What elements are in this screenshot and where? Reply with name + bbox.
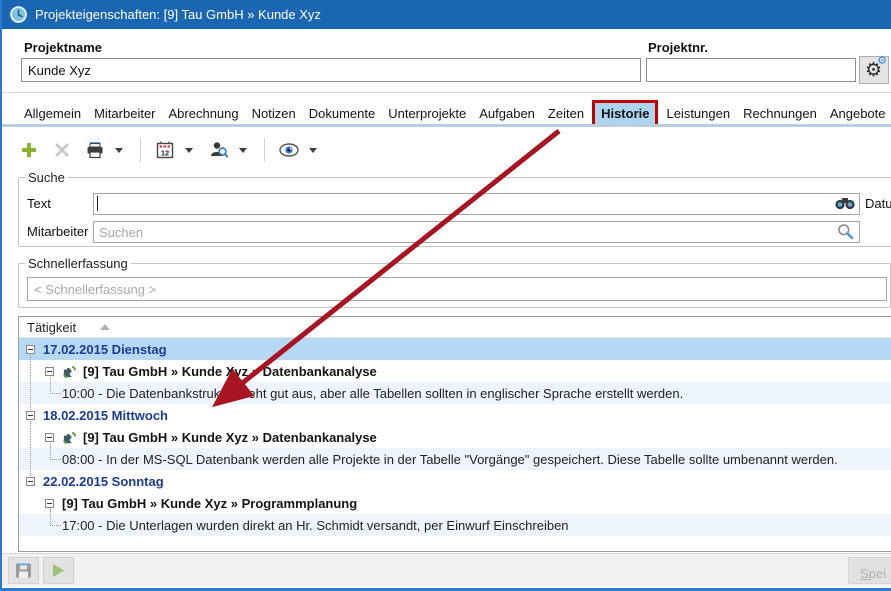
tab-bar: Allgemein Mitarbeiter Abrechnung Notizen… — [2, 100, 891, 127]
mitarbeiter-search-input[interactable] — [93, 221, 860, 243]
search-legend: Suche — [25, 170, 68, 185]
print-button[interactable] — [82, 137, 108, 163]
table-row-date[interactable]: 22.02.2015 Sonntag — [19, 470, 891, 492]
project-properties-window: Projekteigenschaften: [9] Tau GmbH » Kun… — [0, 0, 891, 591]
toolbar-separator — [264, 138, 265, 162]
plus-icon — [21, 142, 37, 158]
chevron-down-icon — [309, 148, 317, 153]
header-divider — [2, 92, 891, 93]
tab-aufgaben[interactable]: Aufgaben — [477, 103, 537, 124]
printer-icon — [86, 141, 104, 159]
magnifier-icon[interactable] — [837, 223, 854, 240]
tab-abrechnung[interactable]: Abrechnung — [167, 103, 241, 124]
table-row-entry[interactable]: 17:00 - Die Unterlagen wurden direkt an … — [19, 514, 891, 536]
chevron-down-icon — [115, 148, 123, 153]
tab-strip-underline — [2, 124, 891, 127]
delete-entry-button[interactable] — [49, 137, 75, 163]
collapse-toggle-icon[interactable] — [26, 477, 35, 486]
quick-entry-input[interactable] — [27, 277, 887, 301]
projektnr-label: Projektnr. — [648, 40, 708, 55]
projektnr-input[interactable] — [646, 58, 856, 82]
calendar-icon: 12 — [156, 141, 174, 159]
tab-dokumente[interactable]: Dokumente — [307, 103, 377, 124]
chevron-down-icon — [185, 148, 193, 153]
tab-rechnungen[interactable]: Rechnungen — [741, 103, 819, 124]
table-row-date[interactable]: 17.02.2015 Dienstag — [19, 338, 891, 360]
tab-allgemein[interactable]: Allgemein — [22, 103, 83, 124]
employee-filter-dropdown[interactable] — [239, 137, 253, 163]
delete-x-icon — [55, 143, 69, 157]
toolbar-separator — [140, 138, 141, 162]
add-entry-button[interactable] — [16, 137, 42, 163]
print-dropdown[interactable] — [115, 137, 129, 163]
tab-angebote[interactable]: Angebote — [828, 103, 888, 124]
tab-notizen[interactable]: Notizen — [250, 103, 298, 124]
calendar-filter-button[interactable]: 12 — [152, 137, 178, 163]
tab-historie[interactable]: Historie — [595, 103, 655, 124]
date-group-label: 22.02.2015 Sonntag — [43, 474, 164, 489]
collapse-toggle-icon[interactable] — [45, 499, 54, 508]
search-groupbox: Suche Text Datu Mitarbeiter — [18, 170, 891, 247]
svg-text:12: 12 — [161, 149, 169, 158]
projektnr-settings-button[interactable]: ⚙ ⚙ — [859, 56, 889, 84]
project-puzzle-icon — [62, 364, 77, 379]
projektname-label: Projektname — [24, 40, 102, 55]
mitarbeiter-label: Mitarbeiter — [27, 224, 88, 239]
date-group-label: 18.02.2015 Mittwoch — [43, 408, 168, 423]
projektname-input[interactable] — [21, 58, 641, 82]
chevron-down-icon — [239, 148, 247, 153]
table-row-entry[interactable]: 10:00 - Die Datenbankstruktur sieht gut … — [19, 382, 891, 404]
grid-rows: 17.02.2015 Dienstag [9] Tau GmbH » Kunde… — [19, 338, 891, 536]
history-grid: Tätigkeit 17.02.2015 Dienstag [9] Tau Gm… — [18, 316, 891, 552]
employee-filter-button[interactable] — [206, 137, 232, 163]
play-icon — [51, 563, 66, 578]
tab-mitarbeiter[interactable]: Mitarbeiter — [92, 103, 157, 124]
project-path-label: [9] Tau GmbH » Kunde Xyz » Datenbankanal… — [83, 430, 377, 445]
project-path-label: [9] Tau GmbH » Kunde Xyz » Programmplanu… — [62, 496, 357, 511]
calendar-dropdown[interactable] — [185, 137, 199, 163]
table-row-date[interactable]: 18.02.2015 Mittwoch — [19, 404, 891, 426]
column-header-taetigkeit[interactable]: Tätigkeit — [27, 320, 76, 335]
entry-text: 08:00 - In der MS-SQL Datenbank werden a… — [62, 452, 838, 467]
project-path-label: [9] Tau GmbH » Kunde Xyz » Datenbankanal… — [83, 364, 377, 379]
table-row-project[interactable]: [9] Tau GmbH » Kunde Xyz » Programmplanu… — [19, 492, 891, 514]
entry-text: 17:00 - Die Unterlagen wurden direkt an … — [62, 518, 569, 533]
start-timer-button[interactable] — [43, 557, 74, 584]
quick-entry-groupbox: Schnellerfassung — [18, 256, 891, 308]
save-button[interactable] — [8, 557, 39, 584]
tab-leistungen[interactable]: Leistungen — [664, 103, 732, 124]
project-puzzle-icon — [62, 430, 77, 445]
search-text-input[interactable] — [93, 193, 860, 215]
datum-label: Datu — [865, 196, 891, 211]
titlebar: Projekteigenschaften: [9] Tau GmbH » Kun… — [0, 0, 891, 29]
eye-icon — [279, 143, 299, 157]
text-label: Text — [27, 196, 51, 211]
quick-entry-legend: Schnellerfassung — [25, 256, 131, 271]
gear-mini-icon: ⚙ — [877, 54, 887, 67]
floppy-save-icon — [15, 562, 32, 579]
table-row-project[interactable]: [9] Tau GmbH » Kunde Xyz » Datenbankanal… — [19, 360, 891, 382]
date-group-label: 17.02.2015 Dienstag — [43, 342, 167, 357]
collapse-toggle-icon[interactable] — [45, 367, 54, 376]
speichern-button[interactable]: Spei — [848, 557, 891, 584]
collapse-toggle-icon[interactable] — [26, 411, 35, 420]
history-toolbar: 12 — [16, 134, 323, 166]
grid-header[interactable]: Tätigkeit — [19, 317, 891, 338]
sort-ascending-icon — [100, 324, 110, 330]
entry-text: 10:00 - Die Datenbankstruktur sieht gut … — [62, 386, 683, 401]
tab-unterprojekte[interactable]: Unterprojekte — [386, 103, 468, 124]
tab-zeiten[interactable]: Zeiten — [546, 103, 586, 124]
view-dropdown[interactable] — [309, 137, 323, 163]
footer-bar: Spei — [2, 553, 891, 586]
binoculars-icon[interactable] — [835, 196, 855, 211]
text-cursor — [97, 196, 98, 211]
table-row-entry[interactable]: 08:00 - In der MS-SQL Datenbank werden a… — [19, 448, 891, 470]
window-title: Projekteigenschaften: [9] Tau GmbH » Kun… — [35, 7, 321, 22]
table-row-project[interactable]: [9] Tau GmbH » Kunde Xyz » Datenbankanal… — [19, 426, 891, 448]
collapse-toggle-icon[interactable] — [45, 433, 54, 442]
collapse-toggle-icon[interactable] — [26, 345, 35, 354]
view-button[interactable] — [276, 137, 302, 163]
employee-search-icon — [210, 141, 228, 159]
app-clock-icon — [10, 6, 27, 23]
